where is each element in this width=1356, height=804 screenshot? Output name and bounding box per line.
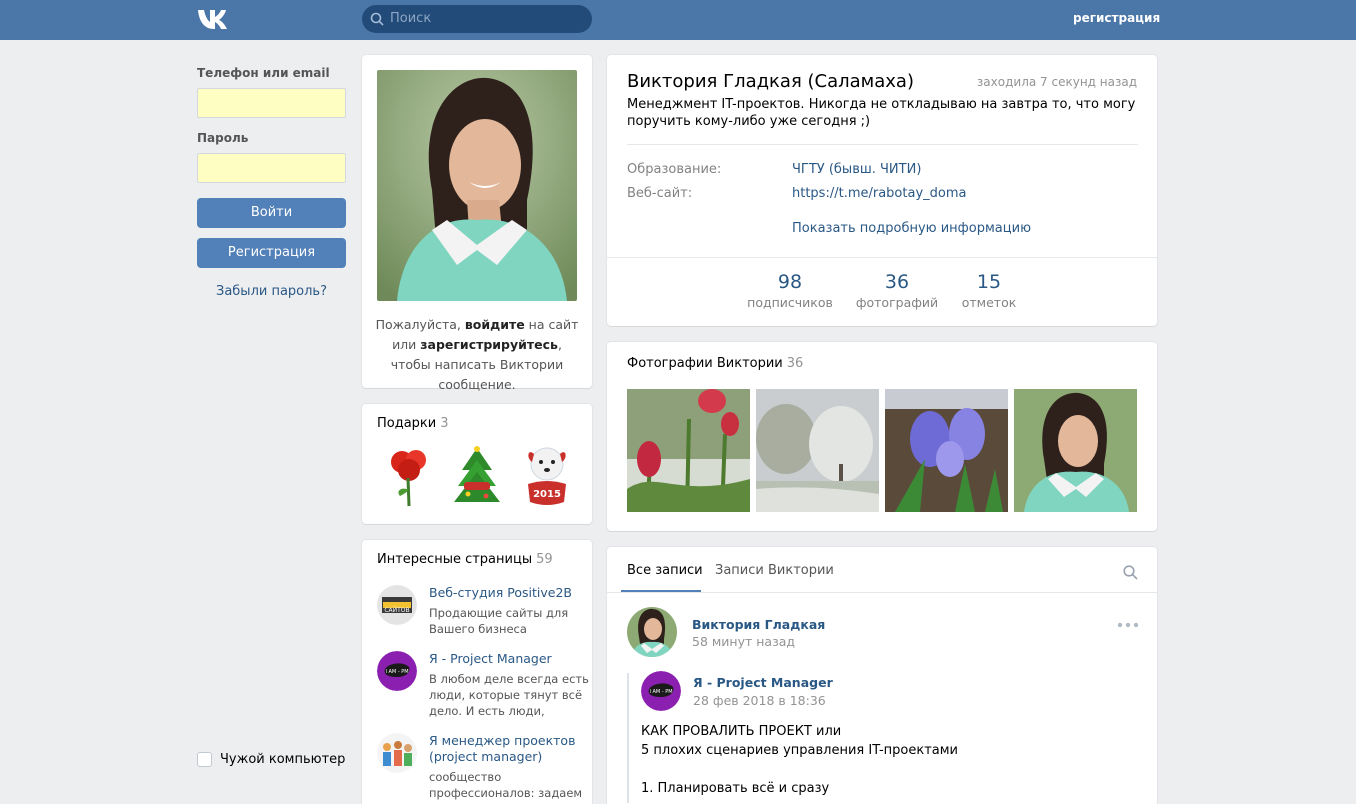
foreign-computer-checkbox[interactable] xyxy=(197,752,212,767)
foreign-computer-label: Чужой компьютер xyxy=(220,752,346,767)
last-seen: заходила 7 секунд назад xyxy=(976,75,1137,89)
gifts-header[interactable]: Подарки 3 xyxy=(377,416,449,431)
post-author-avatar[interactable] xyxy=(627,607,677,657)
forgot-password-link[interactable]: Забыли пароль? xyxy=(197,284,346,299)
interesting-page-desc: В любом деле всегда есть люди, которые т… xyxy=(429,672,589,718)
post-text-line: КАК ПРОВАЛИТЬ ПРОЕКТ или xyxy=(641,724,842,739)
followers-counter[interactable]: 98 подписчиков xyxy=(740,271,840,310)
portrait-photo[interactable] xyxy=(1014,389,1137,512)
search-placeholder: Поиск xyxy=(390,11,432,26)
note-text-1: Пожалуйста, xyxy=(375,317,465,332)
tab-own-posts[interactable]: Записи Виктории xyxy=(715,563,834,578)
search-icon xyxy=(370,12,384,26)
phone-label: Телефон или email xyxy=(197,66,330,80)
profile-info-card: Виктория Гладкая (Саламаха) заходила 7 с… xyxy=(607,55,1157,326)
red-tulips-photo[interactable] xyxy=(627,389,750,512)
wall-card: Все записи Записи Виктории Виктория Глад… xyxy=(607,547,1157,804)
photos-card: Фотографии Виктории 36 xyxy=(607,342,1157,531)
register-link[interactable]: регистрация xyxy=(1073,11,1160,25)
interesting-page-desc: сообщество профессионалов: задаем xyxy=(429,770,583,800)
register-button[interactable]: Регистрация xyxy=(197,238,346,268)
interesting-pages-header[interactable]: Интересные страницы 59 xyxy=(377,552,553,567)
counter-value: 36 xyxy=(884,271,910,293)
winter-trees-photo[interactable] xyxy=(756,389,879,512)
hyacinths-photo[interactable] xyxy=(885,389,1008,512)
svg-text:I AM - PM: I AM - PM xyxy=(649,689,672,695)
divider xyxy=(627,144,1138,145)
photos-header[interactable]: Фотографии Виктории 36 xyxy=(627,356,803,371)
christmas-tree-gift-icon[interactable] xyxy=(450,444,504,508)
repost-author-avatar[interactable]: I AM - PM xyxy=(641,671,681,711)
repost-bar xyxy=(627,673,629,803)
profile-status: Менеджмент IT-проектов. Никогда не откла… xyxy=(627,97,1136,129)
education-label: Образование: xyxy=(627,162,722,177)
interesting-pages-title: Интересные страницы xyxy=(377,552,533,567)
login-button[interactable]: Войти xyxy=(197,198,346,228)
gifts-title: Подарки xyxy=(377,416,437,431)
tags-counter[interactable]: 15 отметок xyxy=(939,271,1039,310)
gifts-count: 3 xyxy=(440,416,449,431)
repost-time[interactable]: 28 фев 2018 в 18:36 xyxy=(693,693,826,708)
foreign-computer-row[interactable]: Чужой компьютер xyxy=(197,752,345,767)
photos-title: Фотографии Виктории xyxy=(627,356,783,371)
search-box[interactable]: Поиск xyxy=(362,5,592,33)
post-time[interactable]: 58 минут назад xyxy=(692,634,795,649)
wall-search-icon[interactable] xyxy=(1123,565,1138,580)
svg-text:САЙТОВ: САЙТОВ xyxy=(384,607,409,614)
dog-2015-gift-icon[interactable]: 2015 xyxy=(520,444,574,508)
profile-name: Виктория Гладкая (Саламаха) xyxy=(627,71,914,92)
interesting-page-name[interactable]: Я - Project Manager xyxy=(429,651,589,667)
password-label: Пароль xyxy=(197,131,249,145)
login-prompt-note: Пожалуйста, войдите на сайт или зарегист… xyxy=(372,315,582,395)
counter-label: фотографий xyxy=(855,295,939,310)
rose-gift-icon[interactable] xyxy=(382,444,436,508)
photos-counter[interactable]: 36 фотографий xyxy=(847,271,947,310)
note-login-link[interactable]: войдите xyxy=(465,317,525,332)
svg-text:I AM - PM: I AM - PM xyxy=(385,669,408,675)
post-author-name[interactable]: Виктория Гладкая xyxy=(692,617,825,632)
positive2b-avatar[interactable]: САЙТОВ xyxy=(377,585,417,625)
svg-text:2015: 2015 xyxy=(533,489,561,500)
counter-label: подписчиков xyxy=(747,295,833,310)
avatar-card: Пожалуйста, войдите на сайт или зарегист… xyxy=(362,55,592,392)
counter-value: 15 xyxy=(976,271,1002,293)
photos-count: 36 xyxy=(786,356,804,371)
interesting-page-desc: Продающие сайты для Вашего бизнеса xyxy=(429,606,569,636)
counter-value: 98 xyxy=(777,271,803,293)
vk-logo-icon[interactable] xyxy=(196,8,232,30)
education-link[interactable]: ЧГТУ (бывш. ЧИТИ) xyxy=(792,162,921,177)
interesting-pages-count: 59 xyxy=(536,552,553,567)
repost-author-name[interactable]: Я - Project Manager xyxy=(693,675,833,690)
website-label: Веб-сайт: xyxy=(627,186,693,201)
divider xyxy=(607,592,1157,593)
post-menu-icon[interactable] xyxy=(1117,621,1139,629)
password-input[interactable] xyxy=(197,153,346,183)
post-text-line: 1. Планировать всё и сразу xyxy=(641,781,830,796)
tab-all-posts[interactable]: Все записи xyxy=(627,563,703,578)
phone-input[interactable] xyxy=(197,88,346,118)
pm-community-avatar[interactable] xyxy=(377,733,417,773)
project-manager-avatar[interactable]: I AM - PM xyxy=(377,651,417,691)
show-more-info-link[interactable]: Показать подробную информацию xyxy=(792,221,1031,236)
counter-label: отметок xyxy=(961,295,1017,310)
interesting-page-name[interactable]: Я менеджер проектов (project manager) xyxy=(429,733,589,765)
post-text-line: 5 плохих сценариев управления IT-проекта… xyxy=(641,743,958,758)
interesting-page-name[interactable]: Веб-студия Positive2B xyxy=(429,585,589,601)
gifts-card: Подарки 3 2015 xyxy=(362,404,592,524)
top-header: Поиск регистрация xyxy=(0,0,1356,40)
divider xyxy=(607,257,1157,258)
website-link[interactable]: https://t.me/rabotay_doma xyxy=(792,186,966,201)
interesting-pages-card: Интересные страницы 59 САЙТОВ Веб-студия … xyxy=(362,540,592,804)
profile-photo[interactable] xyxy=(377,70,577,301)
note-register-link[interactable]: зарегистрируйтесь xyxy=(420,337,558,352)
